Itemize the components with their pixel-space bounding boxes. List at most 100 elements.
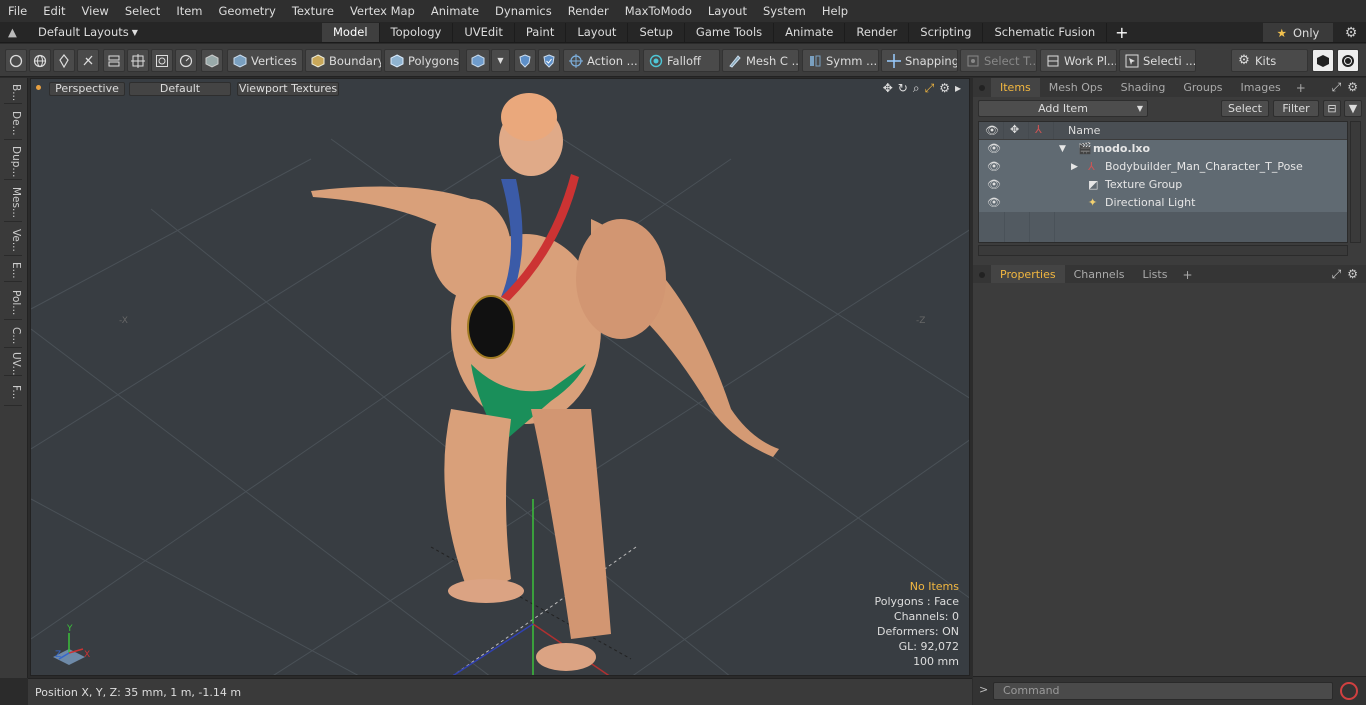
align-tool-button[interactable]	[103, 49, 125, 72]
add-tab-icon[interactable]: +	[1107, 23, 1136, 42]
pen-tool-button[interactable]	[53, 49, 75, 72]
symmetry-toggle-a[interactable]	[514, 49, 536, 72]
tab-lists[interactable]: Lists	[1134, 265, 1177, 284]
menu-render[interactable]: Render	[560, 0, 617, 22]
tab-scripting[interactable]: Scripting	[909, 22, 984, 42]
menu-vertex-map[interactable]: Vertex Map	[342, 0, 423, 22]
eye-icon[interactable]: 👁	[987, 158, 1001, 176]
select-circle-button[interactable]	[5, 49, 27, 72]
tab-game-tools[interactable]: Game Tools	[685, 22, 775, 42]
panel-gear-icon[interactable]: ⚙	[1347, 80, 1358, 95]
tab-animate[interactable]: Animate	[774, 22, 846, 42]
tab-render[interactable]: Render	[845, 22, 910, 42]
items-vertical-scrollbar[interactable]	[1350, 121, 1361, 243]
only-toggle[interactable]: ★ Only	[1263, 23, 1333, 42]
tab-topology[interactable]: Topology	[380, 22, 454, 42]
visibility-column-header[interactable]: 👁	[979, 122, 1004, 139]
items-horizontal-scrollbar[interactable]	[978, 245, 1348, 256]
menu-item[interactable]: Item	[168, 0, 210, 22]
eye-icon[interactable]: 👁	[987, 176, 1001, 194]
kits-button[interactable]: ⚙ Kits	[1231, 49, 1308, 72]
tab-model[interactable]: Model	[322, 22, 380, 42]
mode-dropdown[interactable]: ▼	[491, 49, 510, 72]
menu-layout[interactable]: Layout	[700, 0, 755, 22]
panel-gear-icon[interactable]: ⚙	[1347, 267, 1358, 282]
panel-menu-dot[interactable]	[979, 271, 985, 278]
item-mode-button[interactable]	[201, 49, 223, 72]
maximize-icon[interactable]: ⤢	[925, 81, 935, 96]
tab-layout[interactable]: Layout	[566, 22, 629, 42]
3d-viewport[interactable]: -X -Z Y X Z Perspective Default Viewport…	[30, 78, 970, 676]
tab-setup[interactable]: Setup	[628, 22, 685, 42]
lasso-tool-button[interactable]	[77, 49, 99, 72]
timer-tool-button[interactable]	[175, 49, 197, 72]
tab-images[interactable]: Images	[1232, 78, 1290, 97]
selection-sets-button[interactable]: Selecti ...	[1119, 49, 1196, 72]
panel-menu-dot[interactable]	[979, 84, 985, 91]
add-tab-icon[interactable]: +	[1290, 81, 1312, 95]
type-column-header[interactable]: ⅄	[1029, 122, 1054, 139]
side-tab-basic[interactable]: B...	[4, 82, 22, 104]
tab-schematic-fusion[interactable]: Schematic Fusion	[983, 22, 1108, 42]
menu-system[interactable]: System	[755, 0, 814, 22]
expand-panel-icon[interactable]: ⤢	[1332, 267, 1342, 282]
perspective-button[interactable]: Perspective	[49, 82, 125, 96]
menu-file[interactable]: File	[0, 0, 35, 22]
rotate-icon[interactable]: ↻	[898, 81, 908, 96]
name-column-header[interactable]: Name	[1068, 124, 1100, 137]
play-arrow-icon[interactable]: ▸	[955, 81, 961, 96]
item-row-texture-group[interactable]: 👁 ◩ Texture Group	[979, 176, 1347, 194]
menu-maxtomodo[interactable]: MaxToModo	[617, 0, 700, 22]
unity-button[interactable]	[1312, 49, 1334, 72]
tab-groups[interactable]: Groups	[1174, 78, 1231, 97]
select-button[interactable]: Select	[1221, 100, 1269, 117]
tab-shading[interactable]: Shading	[1112, 78, 1175, 97]
symmetry-toggle-b[interactable]	[538, 49, 560, 72]
item-row-scene[interactable]: 👁 ▼ 🎬 modo.lxo	[979, 140, 1347, 158]
symmetry-button[interactable]: Symm ...	[802, 49, 879, 72]
tab-items[interactable]: Items	[991, 78, 1040, 97]
mesh-constraint-button[interactable]: Mesh C ...	[722, 49, 799, 72]
eye-icon[interactable]: 👁	[987, 194, 1001, 212]
menu-dynamics[interactable]: Dynamics	[487, 0, 560, 22]
collapse-icon[interactable]: ⊟	[1323, 100, 1341, 117]
polygons-mode-button[interactable]: Polygons	[384, 49, 460, 72]
gear-icon[interactable]: ⚙	[1340, 23, 1362, 42]
material-mode-button[interactable]	[466, 49, 490, 72]
funnel-filter-icon[interactable]: ▼	[1344, 100, 1362, 117]
item-row-mesh[interactable]: 👁 ▶ ⅄ Bodybuilder_Man_Character_T_Pose	[979, 158, 1347, 176]
lock-column-header[interactable]: ✥	[1004, 122, 1029, 139]
eye-icon[interactable]: 👁	[987, 140, 1001, 158]
vertices-mode-button[interactable]: Vertices	[227, 49, 303, 72]
menu-geometry[interactable]: Geometry	[211, 0, 284, 22]
side-tab-fusion[interactable]: F...	[4, 380, 22, 406]
viewport-textures-button[interactable]: Viewport Textures	[237, 82, 339, 96]
expand-arrow-icon[interactable]: ▶	[1071, 158, 1078, 176]
boundary-mode-button[interactable]: Boundary	[305, 49, 382, 72]
item-row-light[interactable]: 👁 ✦ Directional Light	[979, 194, 1347, 212]
tab-uvedit[interactable]: UVEdit	[453, 22, 515, 42]
side-tab-polygon[interactable]: Pol...	[4, 286, 22, 320]
side-tab-edge[interactable]: E...	[4, 260, 22, 282]
collapse-arrow-icon[interactable]: ▼	[1059, 140, 1066, 158]
side-tab-deform[interactable]: De...	[4, 108, 22, 140]
add-tab-icon[interactable]: +	[1176, 268, 1198, 282]
expand-panel-icon[interactable]: ⤢	[1332, 80, 1342, 95]
menu-select[interactable]: Select	[117, 0, 168, 22]
side-tab-mesh-edit[interactable]: Mes...	[4, 184, 22, 222]
side-tab-curve[interactable]: C...	[4, 324, 22, 348]
unreal-button[interactable]	[1337, 49, 1359, 72]
side-tab-duplicate[interactable]: Dup...	[4, 144, 22, 180]
collapse-up-icon[interactable]: ▲	[8, 25, 22, 39]
menu-animate[interactable]: Animate	[423, 0, 487, 22]
menu-view[interactable]: View	[74, 0, 117, 22]
default-style-button[interactable]: Default	[129, 82, 231, 96]
add-item-dropdown[interactable]: Add Item ▼	[978, 100, 1148, 117]
menu-help[interactable]: Help	[814, 0, 856, 22]
center-tool-button[interactable]	[127, 49, 149, 72]
work-plane-button[interactable]: Work Pl...	[1040, 49, 1117, 72]
move-icon[interactable]: ✥	[883, 81, 893, 96]
filter-button[interactable]: Filter	[1273, 100, 1319, 117]
action-center-button[interactable]: Action ...	[563, 49, 640, 72]
viewport-gear-icon[interactable]: ⚙	[939, 81, 950, 96]
